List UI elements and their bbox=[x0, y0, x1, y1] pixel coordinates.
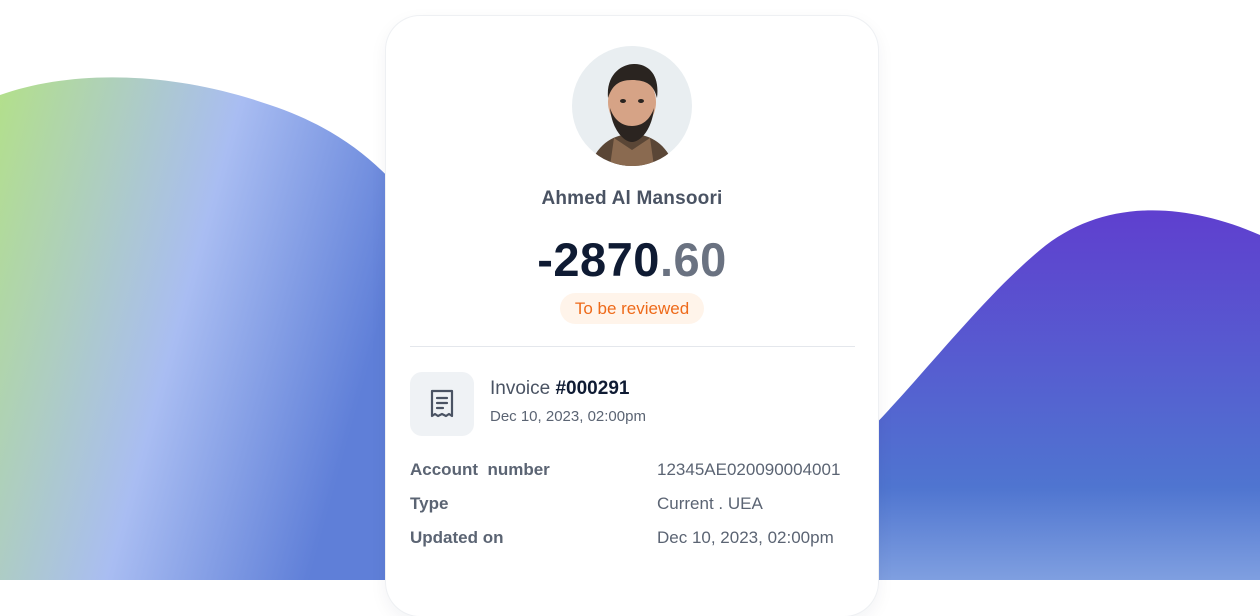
status-badge: To be reviewed bbox=[560, 293, 704, 324]
amount-whole: 2870 bbox=[553, 233, 660, 286]
divider bbox=[410, 346, 855, 347]
transaction-card: Ahmed Al Mansoori -2870.60 To be reviewe… bbox=[386, 16, 878, 616]
invoice-title[interactable]: Invoice #000291 bbox=[490, 378, 629, 400]
right-wave bbox=[860, 210, 1260, 580]
avatar[interactable] bbox=[572, 46, 692, 166]
invoice-date: Dec 10, 2023, 02:00pm bbox=[490, 408, 646, 425]
invoice-icon-tile bbox=[410, 372, 474, 436]
detail-value: 12345AE020090004001 bbox=[657, 460, 841, 479]
detail-value: Current . UEA bbox=[657, 494, 763, 513]
detail-value: Dec 10, 2023, 02:00pm bbox=[657, 528, 834, 547]
left-wave bbox=[0, 77, 400, 580]
detail-key: Updated on bbox=[410, 528, 504, 547]
person-icon bbox=[590, 64, 674, 166]
detail-key: Type bbox=[410, 494, 449, 513]
amount-sign: - bbox=[537, 233, 554, 286]
detail-key: Account number bbox=[410, 460, 550, 479]
transaction-amount: -2870.60 bbox=[386, 230, 878, 290]
amount-decimal: .60 bbox=[659, 233, 727, 286]
invoice-number: #000291 bbox=[555, 378, 630, 399]
receipt-icon bbox=[430, 389, 454, 418]
customer-name: Ahmed Al Mansoori bbox=[541, 188, 723, 209]
invoice-label: Invoice bbox=[490, 378, 551, 399]
